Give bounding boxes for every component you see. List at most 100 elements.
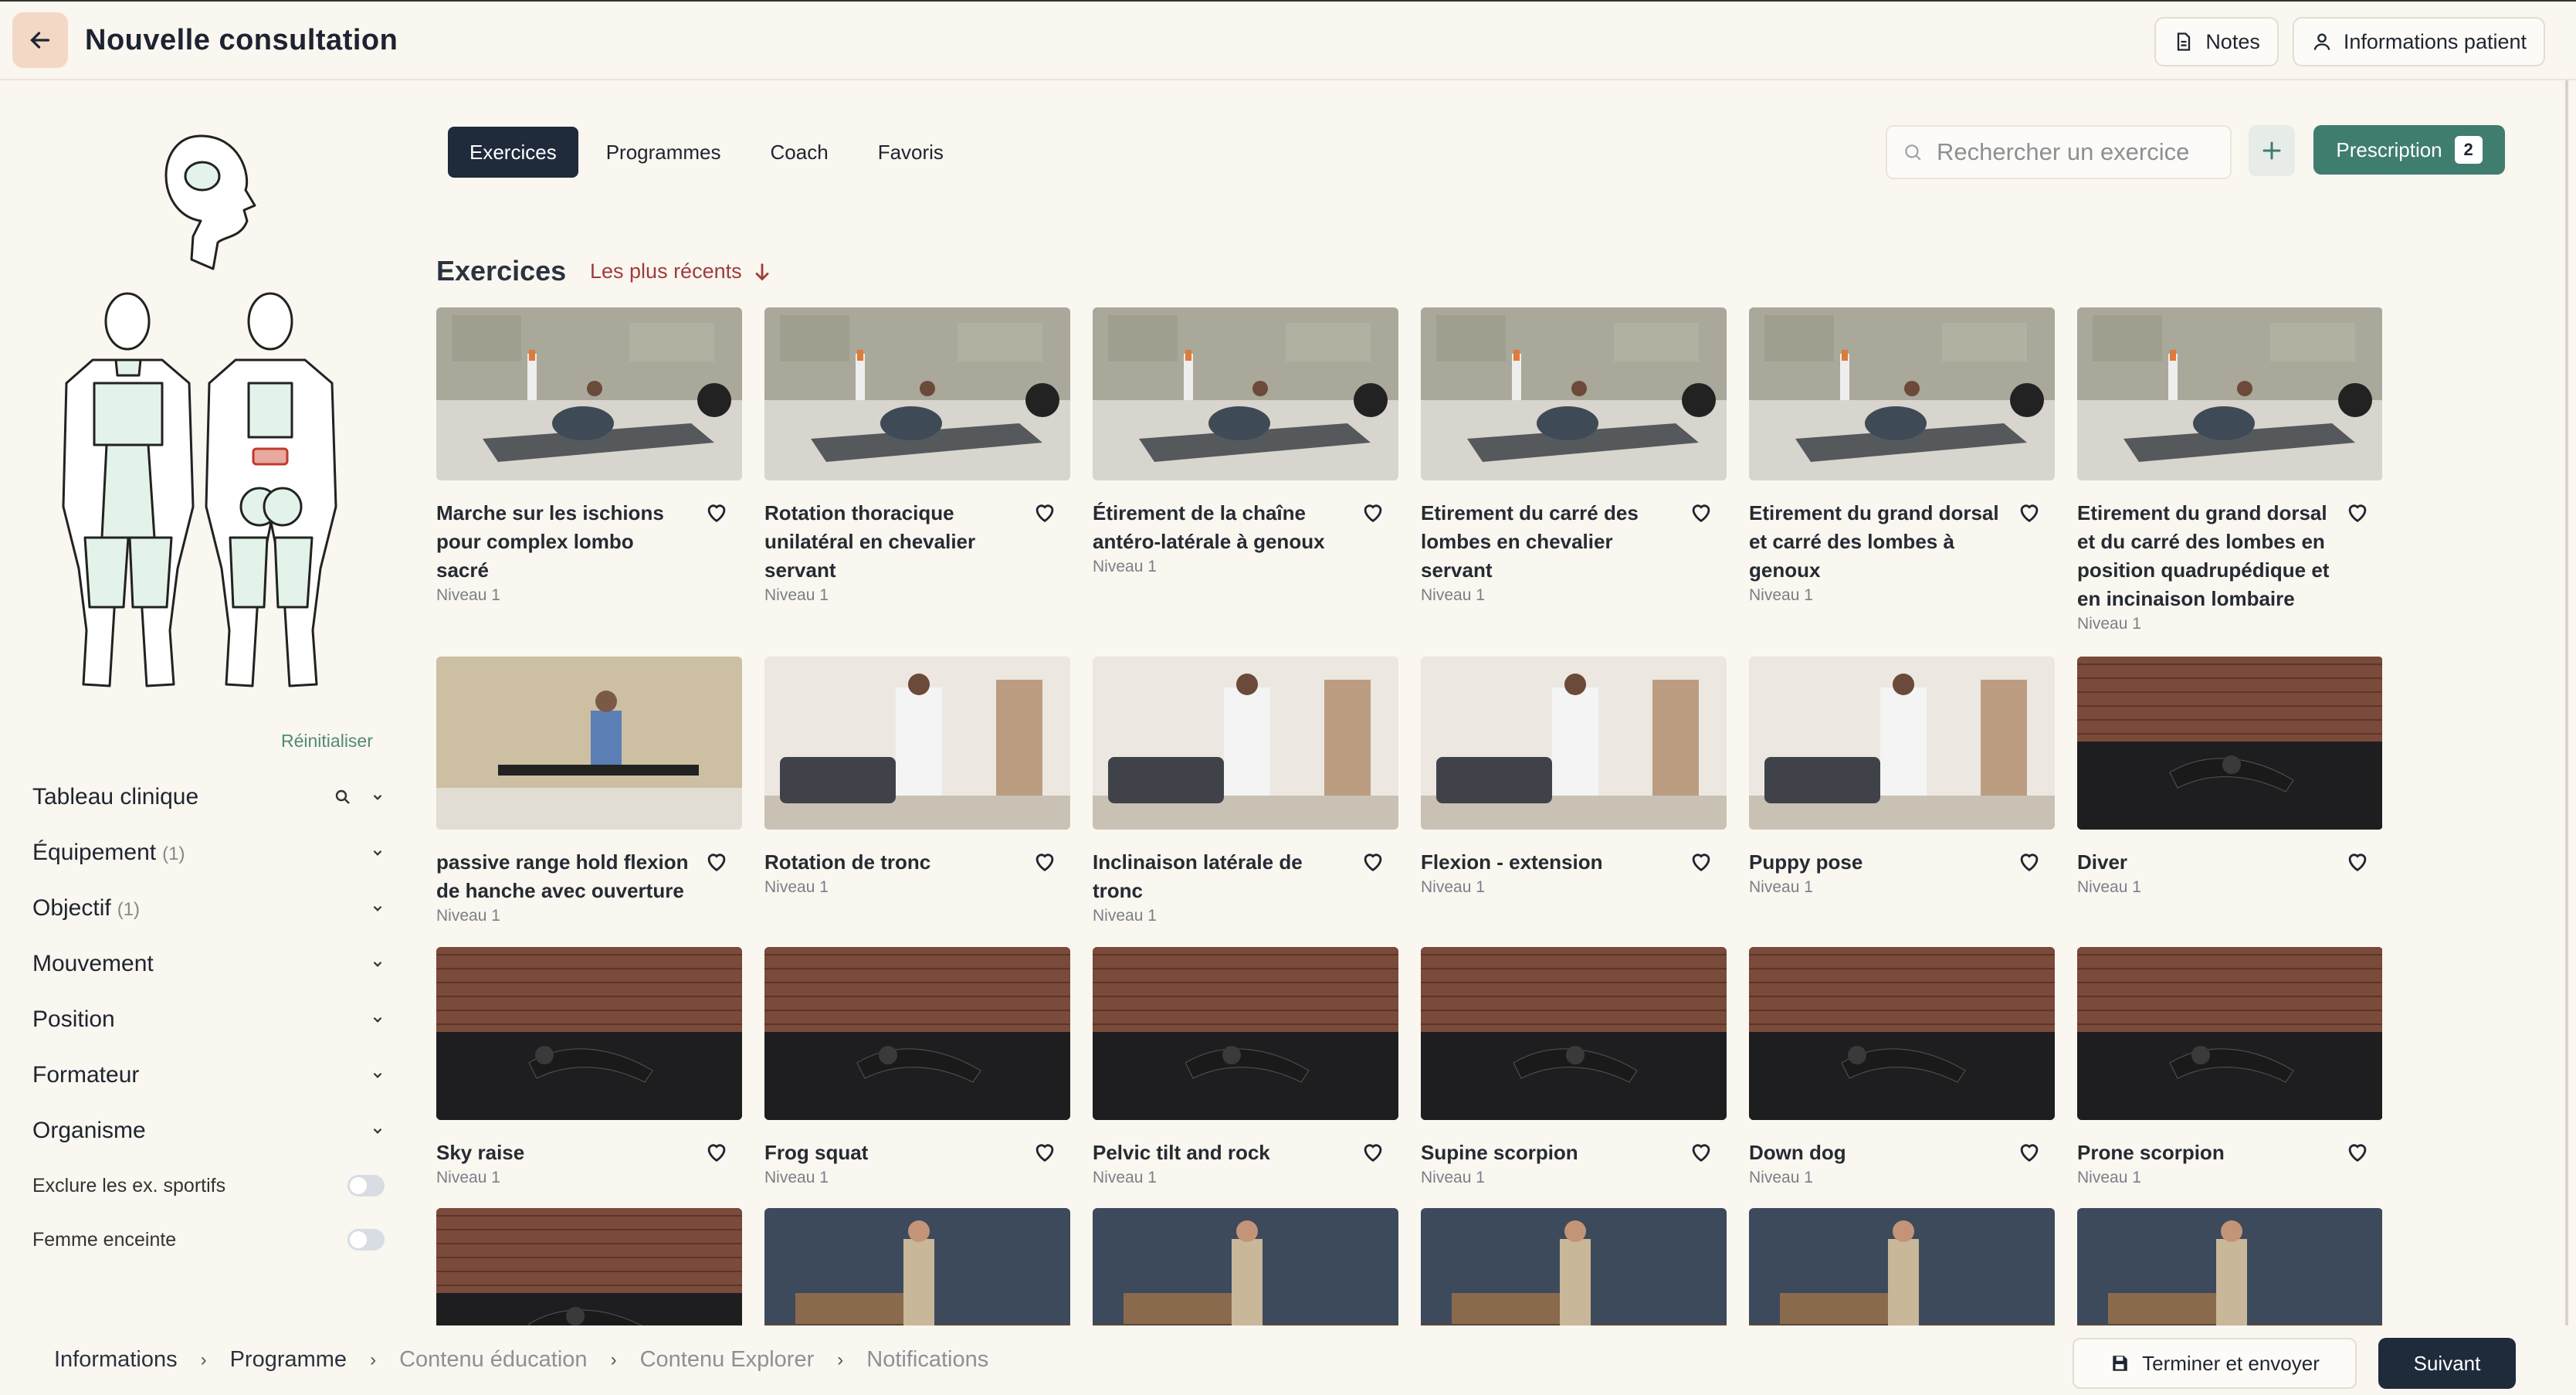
breadcrumb-item[interactable]: Notifications [866,1347,988,1373]
heart-icon[interactable] [2344,1139,2371,1165]
body-map[interactable] [39,105,378,692]
exercise-card[interactable]: Étirement de la chaîne antéro-latérale à… [1093,307,1398,576]
filter-2[interactable]: Objectif (1) [32,881,385,936]
exercise-card[interactable] [1421,1208,1727,1325]
exercise-card[interactable]: Rotation thoracique unilatéral en cheval… [764,307,1070,605]
chevron-down-icon[interactable] [371,790,385,804]
exercise-thumbnail[interactable] [2077,1208,2382,1325]
exercise-thumbnail[interactable] [1749,1208,2055,1325]
exercise-card[interactable]: Down dog Niveau 1 [1749,947,2055,1187]
filter-5[interactable]: Formateur [32,1047,385,1103]
exercise-card[interactable]: Prone scorpion Niveau 1 [2077,947,2382,1187]
heart-icon[interactable] [703,499,730,525]
heart-icon[interactable] [1360,848,1386,874]
heart-icon[interactable] [1360,1139,1386,1165]
heart-icon[interactable] [2016,1139,2042,1165]
patient-info-button[interactable]: Informations patient [2292,17,2545,66]
back-button[interactable] [12,12,68,68]
scrollbar[interactable] [2565,80,2568,1325]
exercise-card[interactable]: Etirement du grand dorsal et carré des l… [1749,307,2055,605]
notes-button[interactable]: Notes [2154,17,2279,66]
tab-coach[interactable]: Coach [749,127,850,178]
search-input[interactable] [1937,138,2215,166]
exercise-thumbnail[interactable] [764,947,1070,1120]
search-icon[interactable] [334,788,352,806]
breadcrumb-item[interactable]: Programme [230,1347,347,1373]
heart-icon[interactable] [1688,1139,1714,1165]
exercise-card[interactable]: Puppy pose Niveau 1 [1749,657,2055,897]
exercise-card[interactable]: Marche sur les ischions pour complex lom… [436,307,742,605]
exercise-card[interactable]: Etirement du grand dorsal et du carré de… [2077,307,2382,633]
exercise-thumbnail[interactable] [436,947,742,1120]
exercise-thumbnail[interactable] [1093,1208,1398,1325]
heart-icon[interactable] [703,848,730,874]
search-box[interactable] [1886,125,2232,179]
toggle-switch[interactable] [347,1175,385,1196]
prescription-button[interactable]: Prescription 2 [2313,125,2505,175]
exercise-thumbnail[interactable] [1749,947,2055,1120]
heart-icon[interactable] [1688,499,1714,525]
heart-icon[interactable] [1360,499,1386,525]
heart-icon[interactable] [1032,499,1058,525]
tab-programmes[interactable]: Programmes [585,127,743,178]
toggle-switch[interactable] [347,1229,385,1251]
exercise-thumbnail[interactable] [1093,307,1398,480]
exercise-card[interactable]: passive range hold flexion de hanche ave… [436,657,742,925]
exercise-thumbnail[interactable] [436,307,742,480]
heart-icon[interactable] [1688,848,1714,874]
exercise-card[interactable]: Etirement du carré des lombes en chevali… [1421,307,1727,605]
exercise-thumbnail[interactable] [764,657,1070,830]
exercise-card[interactable] [2077,1208,2382,1325]
filter-0[interactable]: Tableau clinique [32,769,385,825]
exercise-card[interactable] [764,1208,1070,1325]
chevron-down-icon[interactable] [371,1124,385,1138]
exercise-card[interactable]: Flexion - extension Niveau 1 [1421,657,1727,897]
exercise-thumbnail[interactable] [436,1208,742,1325]
breadcrumb-item[interactable]: Informations [54,1347,178,1373]
add-button[interactable] [2249,125,2295,176]
exercise-thumbnail[interactable] [2077,657,2382,830]
exercise-card[interactable]: Inclinaison latérale de tronc Niveau 1 [1093,657,1398,925]
filter-6[interactable]: Organisme [32,1103,385,1159]
exercise-card[interactable]: Frog squat Niveau 1 [764,947,1070,1187]
filter-3[interactable]: Mouvement [32,936,385,992]
exercise-thumbnail[interactable] [436,657,742,830]
heart-icon[interactable] [1032,848,1058,874]
heart-icon[interactable] [2016,848,2042,874]
exercise-card[interactable] [1093,1208,1398,1325]
exercise-card[interactable]: Pelvic tilt and rock Niveau 1 [1093,947,1398,1187]
chevron-down-icon[interactable] [371,846,385,860]
exercise-thumbnail[interactable] [2077,307,2382,480]
heart-icon[interactable] [2344,848,2371,874]
filter-4[interactable]: Position [32,992,385,1047]
exercise-thumbnail[interactable] [1421,1208,1727,1325]
exercise-thumbnail[interactable] [1093,657,1398,830]
exercise-thumbnail[interactable] [1093,947,1398,1120]
exercise-thumbnail[interactable] [1749,307,2055,480]
exercise-card[interactable]: Supine scorpion Niveau 1 [1421,947,1727,1187]
exercise-card[interactable]: Sky raise Niveau 1 [436,947,742,1187]
chevron-down-icon[interactable] [371,1013,385,1027]
tab-favoris[interactable]: Favoris [856,127,965,178]
exercise-thumbnail[interactable] [764,307,1070,480]
exercise-thumbnail[interactable] [1421,307,1727,480]
exercise-thumbnail[interactable] [764,1208,1070,1325]
heart-icon[interactable] [703,1139,730,1165]
breadcrumb-item[interactable]: Contenu éducation [399,1347,587,1373]
exercise-card[interactable] [436,1208,742,1325]
heart-icon[interactable] [2344,499,2371,525]
exercise-card[interactable]: Diver Niveau 1 [2077,657,2382,897]
heart-icon[interactable] [1032,1139,1058,1165]
finish-send-button[interactable]: Terminer et envoyer [2073,1338,2357,1389]
chevron-down-icon[interactable] [371,1068,385,1082]
reset-link[interactable]: Réinitialiser [281,731,373,752]
sort-control[interactable]: Les plus récents [590,260,773,283]
exercise-card[interactable] [1749,1208,2055,1325]
chevron-down-icon[interactable] [371,901,385,915]
tab-exercices[interactable]: Exercices [448,127,578,178]
heart-icon[interactable] [2016,499,2042,525]
exercise-thumbnail[interactable] [1749,657,2055,830]
exercise-thumbnail[interactable] [2077,947,2382,1120]
breadcrumb-item[interactable]: Contenu Explorer [640,1347,815,1373]
exercise-card[interactable]: Rotation de tronc Niveau 1 [764,657,1070,897]
